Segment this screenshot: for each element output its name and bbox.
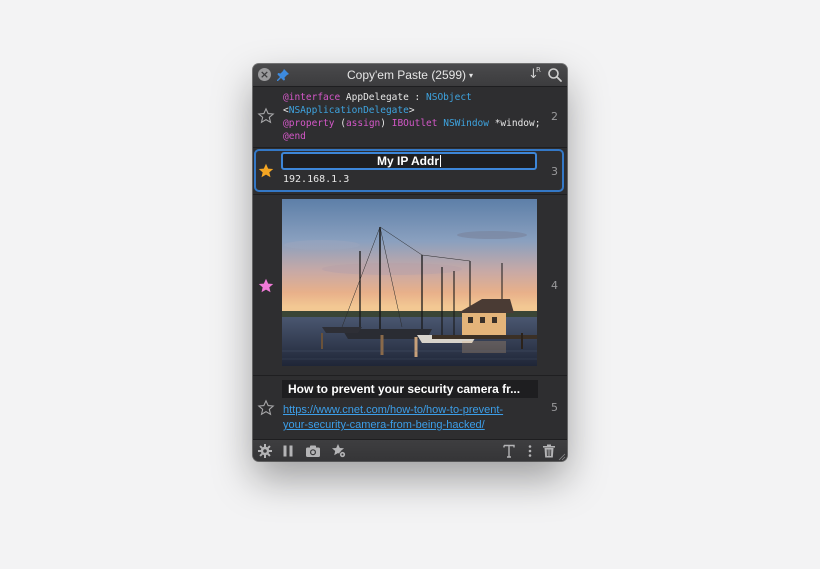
harbor-photo — [282, 199, 537, 366]
star-outline-icon[interactable] — [257, 107, 275, 125]
text-format-icon[interactable] — [501, 443, 517, 459]
code-line: @property (assign) IBOutlet NSWindow *wi… — [283, 117, 553, 130]
link-title: How to prevent your security camera fr..… — [282, 380, 538, 398]
clip-title-input[interactable]: My IP Addr — [281, 152, 537, 170]
clip-content: 192.168.1.3 — [283, 174, 350, 185]
code-text: ) — [380, 118, 392, 129]
sort-order-label: R — [536, 66, 541, 74]
clip-row-image[interactable]: 4 — [253, 195, 567, 376]
clip-index: 5 — [551, 401, 558, 414]
gear-icon[interactable] — [257, 443, 273, 459]
link-url-line[interactable]: https://www.cnet.com/how-to/how-to-preve… — [283, 403, 539, 418]
code-snippet: @interface AppDelegate : NSObject <NSAppl… — [283, 91, 553, 143]
code-type: NSWindow — [443, 118, 489, 129]
trash-icon[interactable] — [541, 443, 557, 459]
search-icon[interactable] — [547, 67, 563, 83]
code-keyword: @property — [283, 118, 335, 129]
code-keyword: @interface — [283, 92, 341, 103]
code-text: ( — [334, 118, 346, 129]
code-keyword: assign — [345, 118, 381, 129]
link-url-line[interactable]: your-security-camera-from-being-hacked/ — [283, 418, 539, 433]
code-type: NSApplicationDelegate — [288, 105, 409, 116]
clip-row-code[interactable]: @interface AppDelegate : NSObject <NSAppl… — [253, 87, 567, 148]
clip-index: 4 — [551, 279, 558, 292]
sort-button[interactable]: ↓ R — [527, 66, 543, 83]
code-text: *window; — [488, 118, 541, 129]
window-title[interactable]: Copy'em Paste (2599) ▾ — [253, 64, 567, 86]
clip-row-link[interactable]: How to prevent your security camera fr..… — [253, 376, 567, 438]
clip-title-text[interactable]: My IP Addr — [377, 154, 439, 168]
star-filled-icon[interactable] — [257, 162, 275, 180]
title-bar[interactable]: Copy'em Paste (2599) ▾ × ↓ R — [253, 64, 567, 87]
harbor-sunset-image — [282, 199, 537, 366]
code-line: <NSApplicationDelegate> — [283, 104, 553, 117]
clip-row-text-selected[interactable]: My IP Addr 192.168.1.3 3 — [253, 148, 567, 195]
code-line: @interface AppDelegate : NSObject — [283, 91, 553, 104]
code-keyword: @end — [283, 131, 306, 142]
chevron-down-icon[interactable]: ▾ — [469, 71, 473, 80]
text-cursor — [440, 155, 441, 167]
window-title-text[interactable]: Copy'em Paste (2599) — [347, 68, 466, 82]
resize-grip-icon[interactable] — [557, 452, 566, 461]
code-keyword: IBOutlet — [391, 118, 438, 129]
link-url[interactable]: https://www.cnet.com/how-to/how-to-preve… — [283, 403, 539, 433]
pause-icon[interactable] — [280, 443, 296, 459]
pin-icon[interactable] — [275, 67, 291, 83]
app-window: Copy'em Paste (2599) ▾ × ↓ R @interface A… — [253, 64, 567, 461]
clip-index: 2 — [551, 110, 558, 123]
star-settings-icon[interactable] — [331, 443, 347, 459]
more-icon[interactable] — [522, 443, 538, 459]
code-line: @end — [283, 130, 553, 143]
bottom-toolbar — [253, 439, 567, 461]
code-text: AppDelegate : — [340, 92, 426, 103]
star-outline-icon[interactable] — [257, 399, 275, 417]
clip-index: 3 — [551, 165, 558, 178]
code-text: > — [408, 105, 415, 116]
star-filled-icon[interactable] — [257, 277, 275, 295]
close-icon[interactable]: × — [258, 68, 271, 81]
camera-icon[interactable] — [305, 443, 321, 459]
code-type: NSObject — [426, 92, 472, 103]
